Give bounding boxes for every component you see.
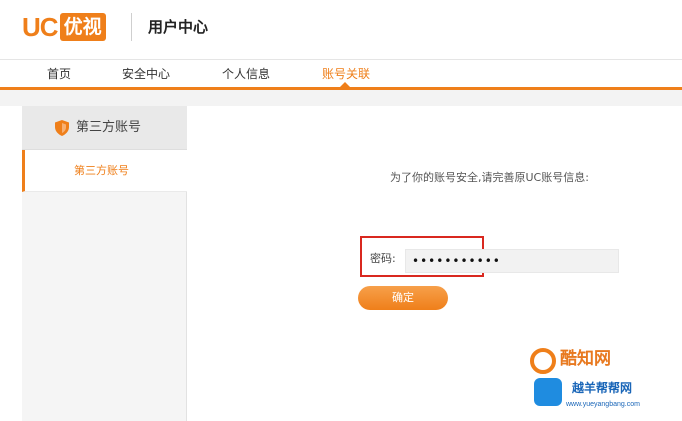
content-top-band	[0, 90, 682, 106]
watermark-brand2: 越羊帮帮网	[572, 381, 633, 395]
nav-item-personal-info[interactable]: 个人信息	[222, 65, 270, 83]
confirm-button[interactable]: 确定	[358, 286, 448, 310]
logo-box-text: 优视	[59, 13, 106, 41]
sidebar: 第三方账号 第三方账号	[22, 106, 187, 421]
watermark-brand: 酷知网	[560, 349, 611, 369]
nav-item-account-link[interactable]: 账号关联	[322, 65, 370, 83]
nav-item-security-center[interactable]: 安全中心	[122, 65, 170, 83]
nav-item-home[interactable]: 首页	[47, 65, 71, 83]
watermark-url: www.yueyangbang.com	[566, 401, 640, 408]
logo-uc-text: UC	[22, 12, 59, 42]
password-label: 密码:	[370, 252, 396, 265]
header: UC 优视 用户中心	[0, 0, 682, 56]
watermark-logo-icon	[530, 348, 556, 374]
sidebar-heading-label: 第三方账号	[76, 120, 142, 135]
uc-logo[interactable]: UC 优视	[22, 12, 106, 42]
page-title: 用户中心	[148, 18, 209, 36]
sidebar-item-third-party-account[interactable]: 第三方账号	[22, 150, 187, 192]
watermark: 酷知网 越羊帮帮网 www.yueyangbang.com	[520, 342, 680, 418]
watermark-logo2-icon	[534, 378, 562, 406]
instruction-text: 为了你的账号安全,请完善原UC账号信息:	[390, 171, 589, 184]
sidebar-item-label: 第三方账号	[74, 164, 129, 177]
password-input[interactable]: •••••••••••	[405, 249, 619, 273]
sidebar-heading: 第三方账号	[22, 106, 187, 150]
header-divider	[131, 13, 132, 41]
shield-icon	[55, 120, 69, 136]
